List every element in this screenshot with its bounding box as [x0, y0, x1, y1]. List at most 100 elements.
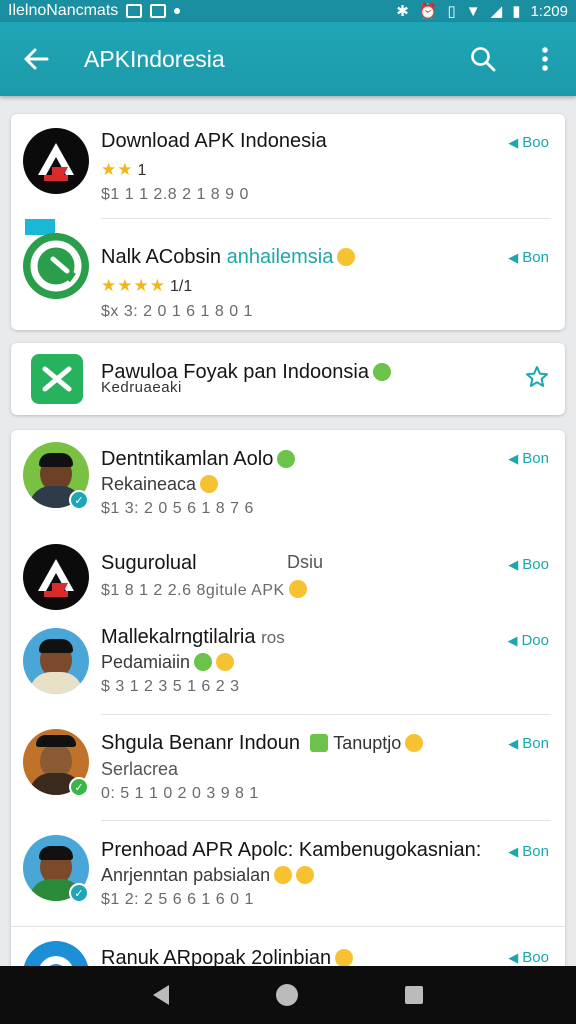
arrow-icon: ◀ [508, 735, 519, 751]
nav-recents-icon[interactable] [404, 986, 423, 1004]
download-button[interactable]: ◀ Boo [508, 949, 549, 966]
app-name-suffix: Tanuptjo [333, 733, 402, 753]
smile-emoji-icon [296, 866, 315, 884]
list-item[interactable]: ✓ Shgula Benanr Indoun Tanuptjo Serlacre… [11, 715, 565, 820]
wifi-icon: ▼ [465, 2, 481, 20]
app-list-card-1: Download APK Indonesia ★★ 1 $1 1 1 2.8 2 … [11, 114, 565, 330]
smile-emoji-icon [337, 248, 356, 266]
image-icon [126, 4, 143, 18]
search-icon[interactable] [452, 22, 514, 96]
app-subtitle: Serlacrea [101, 759, 179, 779]
app-subtitle-text: Rekaineaca [101, 474, 197, 494]
app-meta: $1 3: 2 0 5 6 1 8 7 6 [101, 500, 254, 517]
list-item[interactable]: ✓ Prenhoad APR Apolc: Kambenugokasnian: … [11, 821, 565, 926]
app-subtitle-text: Anrjenntan pabsialan [101, 865, 271, 885]
wink-emoji-icon [200, 475, 219, 493]
app-bar: APKIndoresia [0, 22, 576, 96]
system-nav-bar [0, 966, 576, 1024]
status-bar: IlelnoNancmats ✱ ⏰ ▯ ▼ ◢ ▮ 1:209 [0, 0, 576, 22]
download-button[interactable]: ◀ Bon [508, 735, 549, 752]
app-meta: $1 8 1 2 2.6 8gitule APK [101, 580, 307, 600]
verified-badge-icon: ✓ [69, 777, 89, 797]
app-name: Mallekalrngtilalria ros [101, 626, 285, 649]
download-button-label: Boo [522, 556, 549, 573]
smile-emoji-icon [335, 949, 354, 967]
rating: ★★ 1 [101, 159, 146, 180]
download-button-label: Boo [522, 949, 549, 966]
more-vert-icon[interactable] [514, 22, 576, 96]
smile-emoji-icon [216, 653, 235, 671]
smile-emoji-icon [277, 450, 296, 468]
rating-stars: ★★★★ [101, 276, 166, 295]
avatar [23, 628, 89, 694]
arrow-icon: ◀ [508, 949, 519, 965]
app-meta: 0: 5 1 1 0 2 0 3 9 8 1 [101, 785, 259, 802]
app-logo-icon [31, 354, 83, 404]
bluetooth-icon: ✱ [396, 3, 409, 20]
list-item[interactable]: Download APK Indonesia ★★ 1 $1 1 1 2.8 2 … [11, 114, 565, 218]
smile-emoji-icon [405, 734, 424, 752]
wink-emoji-icon [274, 866, 293, 884]
arrow-icon: ◀ [508, 134, 519, 150]
download-button-label: Bon [522, 735, 549, 752]
alarm-icon: ⏰ [418, 3, 438, 20]
arrow-icon: ◀ [508, 249, 519, 265]
star-outline-icon[interactable] [525, 365, 549, 394]
apk-logo-icon [23, 128, 89, 194]
signal-icon: ◢ [490, 3, 503, 20]
arrow-icon: ◀ [507, 632, 518, 648]
arrow-icon: ◀ [508, 556, 519, 572]
list-item[interactable]: Nalk ACobsin anhailemsia ★★★★ 1/1 $x 3: 2… [11, 219, 565, 330]
nav-home-icon[interactable] [275, 984, 298, 1006]
app-name: Nalk ACobsin anhailemsia [101, 246, 356, 269]
app-meta: $1 1 1 2.8 2 1 8 9 0 [101, 186, 249, 203]
page-title: APKIndoresia [84, 45, 225, 72]
download-button[interactable]: ◀ Boo [508, 556, 549, 573]
app-meta: $ 3 1 2 3 5 1 6 2 3 [101, 678, 240, 695]
rating: ★★★★ 1/1 [101, 275, 192, 296]
smile-emoji-icon [372, 363, 391, 381]
app-meta: $x 3: 2 0 1 6 1 8 0 1 [101, 303, 253, 320]
check-emoji-icon [194, 653, 213, 671]
app-name-suffix: ros [261, 628, 285, 647]
vibrate-icon: ▯ [447, 3, 456, 20]
nav-back-icon[interactable] [153, 985, 170, 1005]
rating-stars: ★★ [101, 160, 134, 179]
list-item[interactable]: Sugurolual Dsiu $1 8 1 2 2.6 8gitule APK… [11, 534, 565, 624]
app-name-text: Shgula Benanr Indoun [101, 732, 301, 754]
verified-badge-icon: ✓ [69, 490, 89, 510]
gallery-icon [150, 4, 167, 18]
list-item[interactable]: ✓ Dentntikamlan Aolo Rekaineaca $1 3: 2 … [11, 430, 565, 534]
app-name-highlight: anhailemsia [226, 246, 334, 268]
verified-badge-icon: ✓ [69, 883, 89, 903]
download-button-label: Bon [522, 843, 549, 860]
app-name-text: Nalk ACobsin [101, 246, 227, 268]
download-button[interactable]: ◀ Bon [508, 450, 549, 467]
app-tag-icon [309, 734, 328, 752]
download-button-label: Bon [522, 249, 549, 266]
list-item[interactable]: Mallekalrngtilalria ros Pedamiaiin $ 3 1… [11, 624, 565, 714]
arrow-back-icon[interactable] [0, 22, 72, 96]
app-logo-icon [23, 233, 89, 299]
download-button[interactable]: ◀ Boo [508, 134, 549, 151]
rating-count: 1 [137, 162, 147, 179]
app-subtitle: Kedruaeaki [101, 379, 182, 396]
dot-icon [174, 8, 181, 14]
status-left-text: IlelnoNancmats [8, 2, 119, 19]
download-button[interactable]: ◀ Bon [508, 249, 549, 266]
download-button[interactable]: ◀ Bon [508, 843, 549, 860]
app-subtitle: Anrjenntan pabsialan [101, 865, 315, 886]
rating-count: 1/1 [169, 278, 193, 295]
download-button[interactable]: ◀ Doo [507, 632, 549, 649]
arrow-icon: ◀ [508, 843, 519, 859]
app-list-card-2: ✓ Dentntikamlan Aolo Rekaineaca $1 3: 2 … [11, 430, 565, 990]
app-name: Shgula Benanr Indoun Tanuptjo [101, 732, 424, 755]
download-button-label: Doo [521, 632, 549, 649]
app-meta-text: $1 8 1 2 2.6 8gitule APK [101, 582, 285, 599]
app-name: Sugurolual [101, 552, 197, 574]
app-subtitle-text: Pedamiaiin [101, 652, 191, 672]
app-name-right: Dsiu [287, 552, 324, 572]
app-name-text: Dentntikamlan Aolo [101, 448, 274, 470]
featured-card[interactable]: Pawuloa Foyak pan Indoonsia Kedruaeaki [11, 343, 565, 415]
arrow-icon: ◀ [508, 450, 519, 466]
